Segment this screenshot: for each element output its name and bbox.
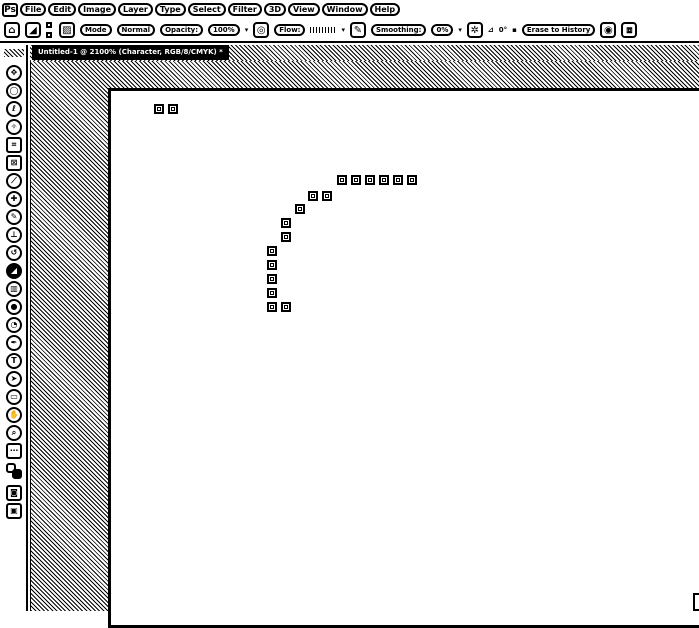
menu-layer[interactable]: Layer (118, 3, 153, 16)
symmetry-icon[interactable]: ⧈ (621, 22, 638, 38)
home-icon[interactable]: ⌂ (4, 22, 20, 38)
airbrush-icon[interactable]: ✎ (349, 22, 366, 38)
document-tab-bar: Untitled-1 @ 2100% (Character, RGB/8/CMY… (30, 45, 699, 61)
menu-select[interactable]: Select (187, 3, 226, 16)
canvas-pixel (295, 204, 305, 214)
opacity-value[interactable]: 100% (208, 24, 240, 36)
path-select-tool-icon[interactable]: ➤ (6, 371, 22, 387)
menu-help[interactable]: Help (369, 3, 401, 16)
gradient-tool-icon[interactable]: ▥ (6, 281, 22, 297)
angle-value[interactable]: 0° (499, 26, 507, 34)
canvas-pixel (308, 191, 318, 201)
angle-icon[interactable]: ⊿ (488, 26, 494, 34)
canvas-pixel (407, 175, 417, 185)
canvas-pixel (267, 260, 277, 270)
pen-tool-icon[interactable]: ✒ (6, 335, 22, 351)
brush-settings-icon[interactable]: ▨ (59, 22, 75, 38)
menu-3d[interactable]: 3D (263, 3, 287, 16)
canvas-pixel (322, 191, 332, 201)
frame-tool-icon[interactable]: ⊠ (6, 155, 22, 171)
lasso-tool-icon[interactable]: ℓ (6, 101, 22, 117)
canvas-pixel (168, 104, 178, 114)
background-color-icon[interactable] (12, 469, 22, 479)
canvas-pixel (393, 175, 403, 185)
canvas-pixel (337, 175, 347, 185)
zoom-tool-icon[interactable]: ⌕ (6, 425, 22, 441)
scrollbar-corner[interactable] (693, 593, 699, 611)
pressure-size-icon[interactable]: ◉ (600, 22, 617, 38)
canvas-pixel (154, 104, 164, 114)
smoothing-label: Smoothing: (370, 24, 427, 36)
tools-panel: ✥ ◯ ℓ ✧ ⌗ ⊠ ⟋ ✚ ✎ ⊥ ↺ ◢ ▥ ● ◔ ✒ T ➤ ▭ ✋ … (0, 45, 28, 611)
canvas-pixel (267, 302, 277, 312)
healing-brush-tool-icon[interactable]: ✚ (6, 191, 22, 207)
document-tab[interactable]: Untitled-1 @ 2100% (Character, RGB/8/CMY… (32, 45, 229, 60)
angle-separator: ▪ (512, 26, 517, 34)
quick-select-tool-icon[interactable]: ✧ (6, 119, 22, 135)
flow-slider[interactable] (310, 27, 337, 33)
smoothing-settings-gear-icon[interactable]: ✲ (466, 22, 483, 38)
canvas-pixel (281, 232, 291, 242)
canvas-area (30, 61, 699, 628)
dodge-tool-icon[interactable]: ◔ (6, 317, 22, 333)
toolbar-grip[interactable] (4, 49, 24, 57)
photoshop-logo-icon[interactable]: Ps (2, 2, 18, 17)
menu-window[interactable]: Window (321, 3, 368, 16)
flow-dropdown-icon[interactable]: ▾ (341, 26, 345, 34)
canvas-pixel (281, 302, 291, 312)
canvas-pixel (267, 274, 277, 284)
history-brush-tool-icon[interactable]: ↺ (6, 245, 22, 261)
opacity-dropdown-icon[interactable]: ▾ (245, 26, 249, 34)
blur-tool-icon[interactable]: ● (6, 299, 22, 315)
flow-label: Flow: (274, 24, 306, 36)
menu-type[interactable]: Type (154, 3, 186, 16)
clone-stamp-tool-icon[interactable]: ⊥ (6, 227, 22, 243)
canvas-pixel (351, 175, 361, 185)
menu-file[interactable]: File (20, 3, 47, 16)
menu-edit[interactable]: Edit (48, 3, 77, 16)
move-tool-icon[interactable]: ✥ (6, 65, 22, 81)
canvas-pixel (379, 175, 389, 185)
smoothing-value[interactable]: 0% (431, 24, 454, 36)
canvas-pixel (281, 218, 291, 228)
menu-bar: Ps File Edit Image Layer Type Select Fil… (0, 0, 699, 19)
marquee-tool-icon[interactable]: ◯ (6, 83, 22, 99)
canvas-pixel (267, 288, 277, 298)
screen-mode-icon[interactable]: ▣ (6, 503, 22, 519)
brush-size-icon[interactable] (46, 22, 54, 38)
options-bar: ⌂ ◢ ▨ Mode Normal Opacity: 100% ▾ ◎ Flow… (0, 19, 699, 43)
eyedropper-tool-icon[interactable]: ⟋ (6, 173, 22, 189)
menu-view[interactable]: View (288, 3, 320, 16)
opacity-label: Opacity: (160, 24, 204, 36)
quick-mask-icon[interactable]: ◙ (6, 485, 22, 501)
rectangle-tool-icon[interactable]: ▭ (6, 389, 22, 405)
menu-filter[interactable]: Filter (227, 3, 262, 16)
menu-image[interactable]: Image (78, 3, 117, 16)
more-tools-icon[interactable]: ⋯ (6, 443, 22, 459)
crop-tool-icon[interactable]: ⌗ (6, 137, 22, 153)
document-canvas[interactable] (108, 88, 699, 628)
canvas-pixel (365, 175, 375, 185)
type-tool-icon[interactable]: T (6, 353, 22, 369)
eraser-tool-icon[interactable]: ◢ (6, 263, 22, 279)
erase-to-history-checkbox[interactable]: Erase to History (521, 24, 596, 36)
eraser-tool-preset-icon[interactable]: ◢ (25, 22, 41, 38)
smoothing-dropdown-icon[interactable]: ▾ (458, 26, 462, 34)
hand-tool-icon[interactable]: ✋ (6, 407, 22, 423)
mode-label: Mode (80, 24, 112, 36)
canvas-pixel (267, 246, 277, 256)
pressure-opacity-icon[interactable]: ◎ (253, 22, 270, 38)
brush-tool-icon[interactable]: ✎ (6, 209, 22, 225)
mode-select[interactable]: Normal (116, 24, 156, 36)
